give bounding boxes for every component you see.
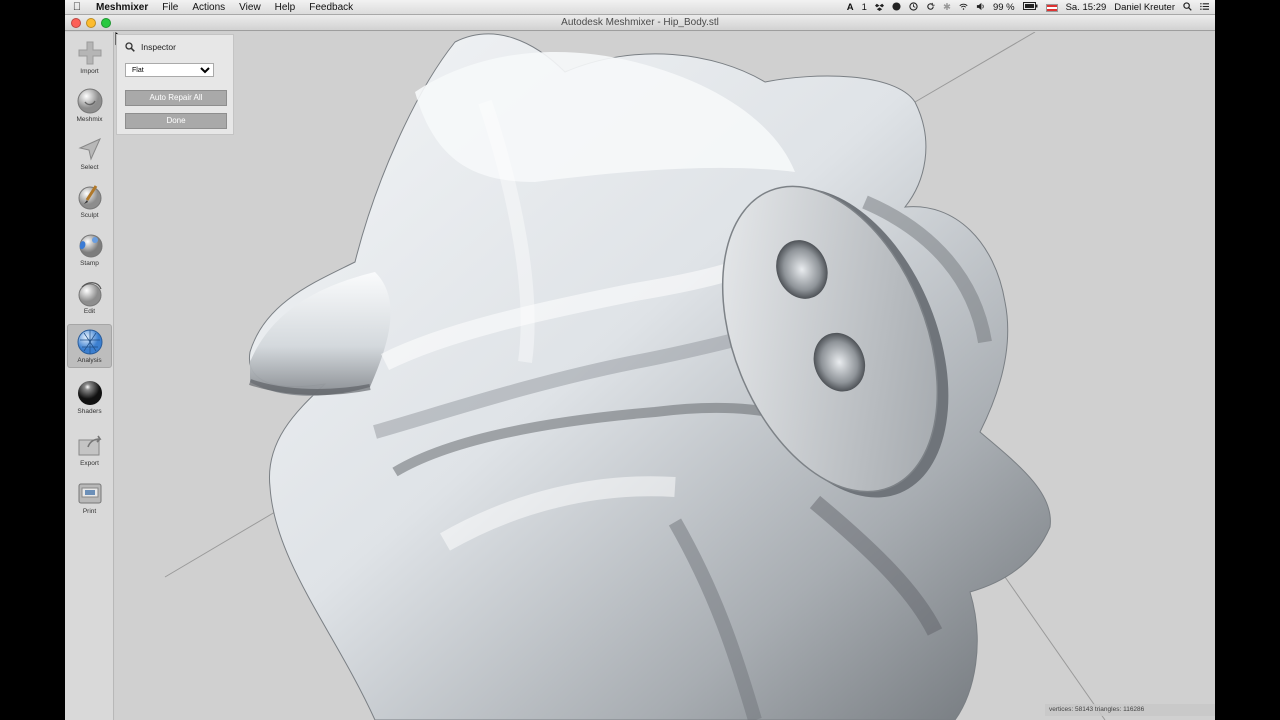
austria-flag-icon[interactable] xyxy=(1045,3,1058,12)
edit-button[interactable]: Edit xyxy=(67,276,112,320)
mac-menubar:  Meshmixer File Actions View Help Feedb… xyxy=(65,0,1215,15)
time-machine-icon[interactable] xyxy=(909,1,918,14)
done-button[interactable]: Done xyxy=(125,113,227,129)
window-zoom-button[interactable] xyxy=(101,18,111,28)
import-label: Import xyxy=(80,68,99,75)
print-button[interactable]: Print xyxy=(67,476,112,520)
edit-label: Edit xyxy=(83,308,96,315)
mesh-stats-readout: vertices: 58143 triangles: 116286 xyxy=(1045,704,1215,716)
sculpt-label: Sculpt xyxy=(80,212,99,219)
stamp-icon xyxy=(79,234,102,258)
window-minimize-button[interactable] xyxy=(86,18,96,28)
meshmix-label: Meshmix xyxy=(76,116,103,123)
main-toolbar: Import Meshmix Select Sculpt Stamp Edit … xyxy=(65,32,114,720)
shaders-label: Shaders xyxy=(77,408,102,415)
meshmix-button[interactable]: Meshmix xyxy=(67,84,112,128)
print-label: Print xyxy=(82,508,97,515)
input-indicator[interactable]: 1 xyxy=(862,2,867,13)
stamp-label: Stamp xyxy=(80,260,99,267)
apple-menu-icon[interactable]:  xyxy=(65,1,89,13)
mesh-render xyxy=(164,32,1106,720)
window-title: Autodesk Meshmixer - Hip_Body.stl xyxy=(561,17,719,28)
inspector-title: Inspector xyxy=(141,42,176,52)
analysis-button[interactable]: Analysis xyxy=(67,324,112,368)
menu-feedback[interactable]: Feedback xyxy=(302,0,360,15)
spotlight-search-icon[interactable] xyxy=(1183,1,1192,14)
plus-icon xyxy=(78,41,101,65)
shader-ball-icon xyxy=(77,381,102,405)
wifi-icon[interactable] xyxy=(959,2,968,14)
user-name[interactable]: Daniel Kreuter xyxy=(1114,2,1175,13)
inspector-header: Inspector xyxy=(125,40,176,54)
magnifier-icon xyxy=(125,42,135,52)
window-close-button[interactable] xyxy=(71,18,81,28)
notification-center-icon[interactable] xyxy=(1200,2,1209,14)
select-label: Select xyxy=(80,164,99,171)
bluetooth-icon[interactable]: ✱ xyxy=(943,2,951,13)
volume-icon[interactable] xyxy=(976,2,985,14)
dropbox-icon[interactable] xyxy=(874,2,884,14)
clock[interactable]: Sa. 15:29 xyxy=(1066,2,1107,13)
select-arrow-icon xyxy=(77,138,101,161)
sync-icon[interactable] xyxy=(926,2,935,14)
shaders-button[interactable]: Shaders xyxy=(67,376,112,420)
menu-actions[interactable]: Actions xyxy=(185,0,232,15)
battery-percentage[interactable]: 99 % xyxy=(993,2,1015,13)
grid-line xyxy=(1004,576,1106,720)
import-button[interactable]: Import xyxy=(67,36,112,80)
select-button[interactable]: Select xyxy=(67,132,112,176)
brush-icon xyxy=(78,185,101,210)
analysis-label: Analysis xyxy=(77,357,102,364)
battery-icon[interactable] xyxy=(1022,2,1038,13)
export-icon xyxy=(78,435,101,456)
export-label: Export xyxy=(80,460,99,467)
adobe-icon[interactable]: A xyxy=(847,2,854,13)
sculpt-button[interactable]: Sculpt xyxy=(67,180,112,224)
edit-sphere-icon xyxy=(78,282,102,307)
export-button[interactable]: Export xyxy=(67,428,112,472)
grid-line xyxy=(914,32,1036,103)
app-menu[interactable]: Meshmixer xyxy=(89,0,155,15)
meshmix-icon xyxy=(77,88,102,114)
menu-file[interactable]: File xyxy=(155,0,185,15)
print-icon xyxy=(78,483,101,504)
evernote-icon[interactable] xyxy=(892,1,901,14)
grid-line xyxy=(164,511,276,578)
menu-view[interactable]: View xyxy=(232,0,268,15)
menubar-status-area: A 1 ✱ 99 % Sa. 15:29 Daniel Kreuter xyxy=(847,0,1209,15)
app-screen:  Meshmixer File Actions View Help Feedb… xyxy=(65,0,1215,720)
auto-repair-all-button[interactable]: Auto Repair All xyxy=(125,90,227,106)
3d-viewport[interactable]: vertices: 58143 triangles: 116286 xyxy=(115,32,1215,720)
inspector-mode-select[interactable]: Flat xyxy=(125,63,214,77)
menu-help[interactable]: Help xyxy=(268,0,303,15)
inspector-panel: Inspector Flat Auto Repair All Done xyxy=(116,34,234,135)
stamp-button[interactable]: Stamp xyxy=(67,228,112,272)
analysis-sphere-icon xyxy=(77,329,102,355)
window-titlebar: Autodesk Meshmixer - Hip_Body.stl xyxy=(65,15,1215,31)
